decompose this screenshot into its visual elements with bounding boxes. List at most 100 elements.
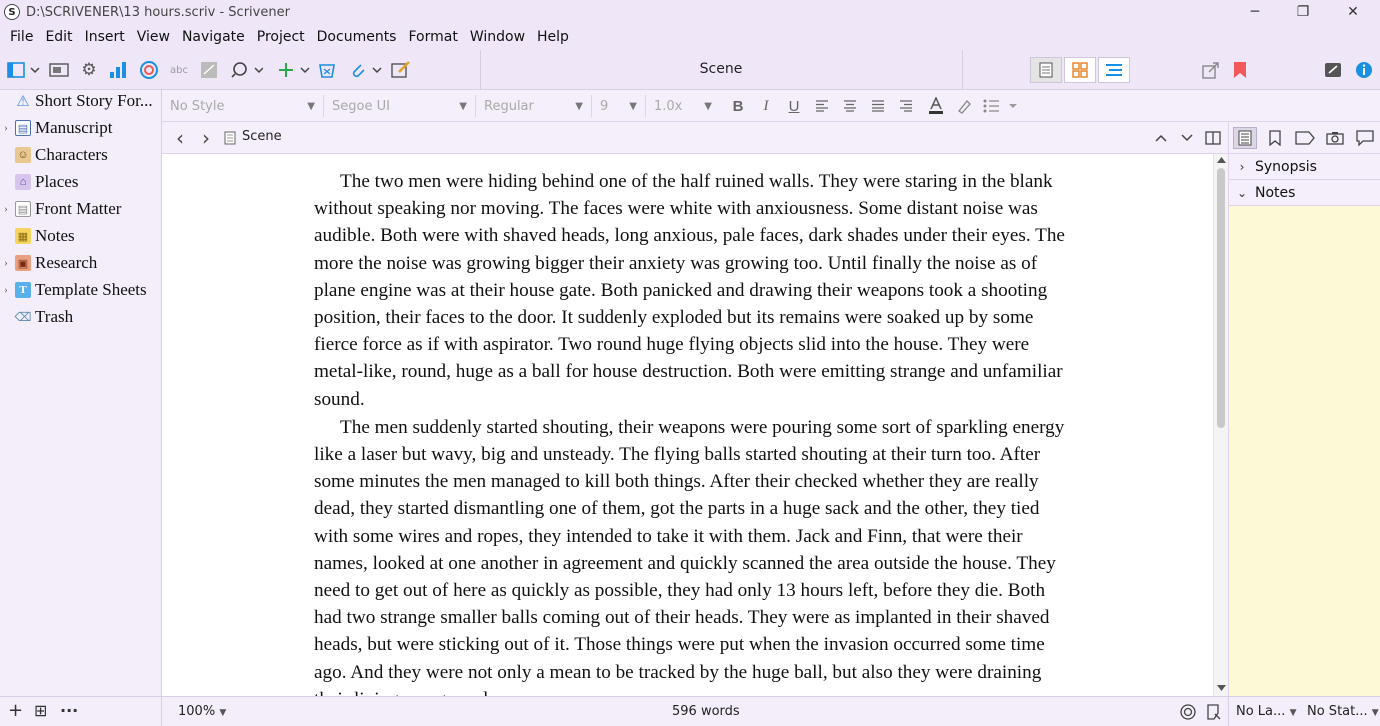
editor-pane[interactable]: The two men were hiding behind one of th… <box>162 154 1213 696</box>
corkboard-view-button[interactable] <box>1064 57 1096 83</box>
expand-arrow-icon[interactable]: › <box>0 203 12 215</box>
binder-item-label: Places <box>35 172 79 191</box>
outliner-view-button[interactable] <box>1098 57 1130 83</box>
compile-icon[interactable] <box>198 59 220 81</box>
chevron-up-icon[interactable] <box>1152 128 1170 148</box>
targets-icon[interactable] <box>138 59 160 81</box>
snapshots-tab-icon[interactable] <box>1323 127 1347 149</box>
line-spacing-select[interactable]: 1.0x ▼ <box>646 95 720 117</box>
bookmarks-tab-icon[interactable] <box>1263 127 1287 149</box>
scroll-thumb[interactable] <box>1217 168 1225 428</box>
binder-item-trash[interactable]: ⌫ Trash <box>0 304 162 330</box>
restore-button[interactable]: ❐ <box>1280 0 1326 24</box>
back-arrow-icon[interactable]: ‹ <box>170 126 190 150</box>
binder-item-project[interactable]: ⚠ Short Story For... <box>0 88 162 114</box>
binder-item-places[interactable]: ⌂ Places <box>0 169 162 195</box>
align-left-icon[interactable] <box>812 96 832 116</box>
notes-text-area[interactable] <box>1229 206 1380 696</box>
document-notes-icon[interactable] <box>1206 704 1222 724</box>
italic-button[interactable]: I <box>756 96 776 116</box>
spellcheck-icon[interactable]: abc <box>168 59 190 81</box>
status-select[interactable]: No Stat... ▼ <box>1307 704 1379 719</box>
bookmark-icon[interactable] <box>1230 59 1250 81</box>
expand-arrow-icon[interactable]: › <box>0 122 12 134</box>
align-right-icon[interactable] <box>896 96 916 116</box>
binder-item-characters[interactable]: ☺ Characters <box>0 142 162 168</box>
editor-paragraph[interactable]: The two men were hiding behind one of th… <box>314 168 1066 413</box>
font-size-select[interactable]: 9 ▼ <box>592 95 646 117</box>
scroll-up-icon[interactable] <box>1217 157 1226 163</box>
split-editor-icon[interactable] <box>1204 128 1222 148</box>
attach-icon[interactable] <box>348 59 384 81</box>
front-matter-icon: ▤ <box>15 201 31 217</box>
bold-button[interactable]: B <box>728 96 748 116</box>
binder-sidebar: ⚠ Short Story For... › ▤ Manuscript ☺ Ch… <box>0 90 162 696</box>
menu-edit[interactable]: Edit <box>39 29 78 45</box>
binder-toggle-icon[interactable] <box>6 59 42 81</box>
align-justify-icon[interactable] <box>868 96 888 116</box>
binder-item-template-sheets[interactable]: › T Template Sheets <box>0 277 162 303</box>
composition-mode-icon[interactable] <box>1322 59 1344 81</box>
add-folder-icon[interactable]: ⊞ <box>34 701 47 720</box>
text-color-icon[interactable] <box>926 96 946 116</box>
list-style-icon[interactable] <box>982 96 1022 116</box>
binder-item-front-matter[interactable]: › ▤ Front Matter <box>0 196 162 222</box>
info-icon[interactable] <box>1353 59 1375 81</box>
menu-format[interactable]: Format <box>402 29 463 45</box>
binder-item-label: Trash <box>35 307 74 326</box>
align-center-icon[interactable] <box>840 96 860 116</box>
document-title: Scene <box>699 61 743 77</box>
zoom-select[interactable]: 100% ▼ <box>178 704 226 719</box>
trash-icon[interactable] <box>316 59 338 81</box>
chevron-right-icon: › <box>1239 159 1245 174</box>
minimize-button[interactable]: ─ <box>1232 0 1278 24</box>
menu-view[interactable]: View <box>131 29 176 45</box>
underline-button[interactable]: U <box>784 96 804 116</box>
expand-arrow-icon[interactable]: › <box>0 284 12 296</box>
zoom-value: 100% <box>178 704 216 719</box>
font-select[interactable]: Segoe UI ▼ <box>324 95 476 117</box>
settings-gear-icon[interactable]: ⚙ <box>78 59 100 81</box>
editor-scrollbar[interactable] <box>1213 154 1228 696</box>
font-weight-select[interactable]: Regular ▼ <box>476 95 592 117</box>
comments-tab-icon[interactable] <box>1353 127 1377 149</box>
view-mode-icon[interactable] <box>48 59 70 81</box>
word-count: 596 words <box>672 704 740 719</box>
metadata-tab-icon[interactable] <box>1293 127 1317 149</box>
single-document-view-button[interactable] <box>1030 57 1062 83</box>
binder-item-research[interactable]: › ▣ Research <box>0 250 162 276</box>
editor-paragraph[interactable]: The men suddenly started shouting, their… <box>314 414 1066 696</box>
toolbar-separator <box>480 50 481 90</box>
editor-text[interactable]: The two men were hiding behind one of th… <box>314 168 1066 696</box>
statistics-icon[interactable] <box>107 59 129 81</box>
character-icon: ☺ <box>15 147 31 163</box>
menu-documents[interactable]: Documents <box>311 29 403 45</box>
binder-item-notes[interactable]: ▦ Notes <box>0 223 162 249</box>
synopsis-section-header[interactable]: › Synopsis <box>1229 154 1380 180</box>
menu-window[interactable]: Window <box>464 29 531 45</box>
forward-arrow-icon[interactable]: › <box>196 126 216 150</box>
search-icon[interactable] <box>230 59 264 81</box>
menu-project[interactable]: Project <box>251 29 311 45</box>
add-item-icon[interactable]: + <box>8 700 23 721</box>
menu-file[interactable]: File <box>4 29 39 45</box>
target-icon[interactable] <box>1180 704 1196 724</box>
notes-tab-icon[interactable] <box>1233 127 1257 149</box>
menu-navigate[interactable]: Navigate <box>176 29 251 45</box>
notes-section-header[interactable]: ⌄ Notes <box>1229 180 1380 206</box>
menu-help[interactable]: Help <box>531 29 575 45</box>
close-button[interactable]: ✕ <box>1330 0 1376 24</box>
quick-reference-icon[interactable] <box>390 59 412 81</box>
add-icon[interactable] <box>276 59 312 81</box>
chevron-down-icon: ⌄ <box>1236 185 1248 200</box>
menu-insert[interactable]: Insert <box>79 29 131 45</box>
style-select[interactable]: No Style ▼ <box>162 95 324 117</box>
more-options-icon[interactable]: ··· <box>60 701 78 720</box>
binder-item-manuscript[interactable]: › ▤ Manuscript <box>0 115 162 141</box>
expand-arrow-icon[interactable]: › <box>0 257 12 269</box>
scroll-down-icon[interactable] <box>1217 685 1226 691</box>
share-icon[interactable] <box>1200 59 1222 81</box>
label-select[interactable]: No La... ▼ <box>1236 704 1296 719</box>
highlight-icon[interactable] <box>954 96 974 116</box>
chevron-down-icon[interactable] <box>1178 128 1196 148</box>
